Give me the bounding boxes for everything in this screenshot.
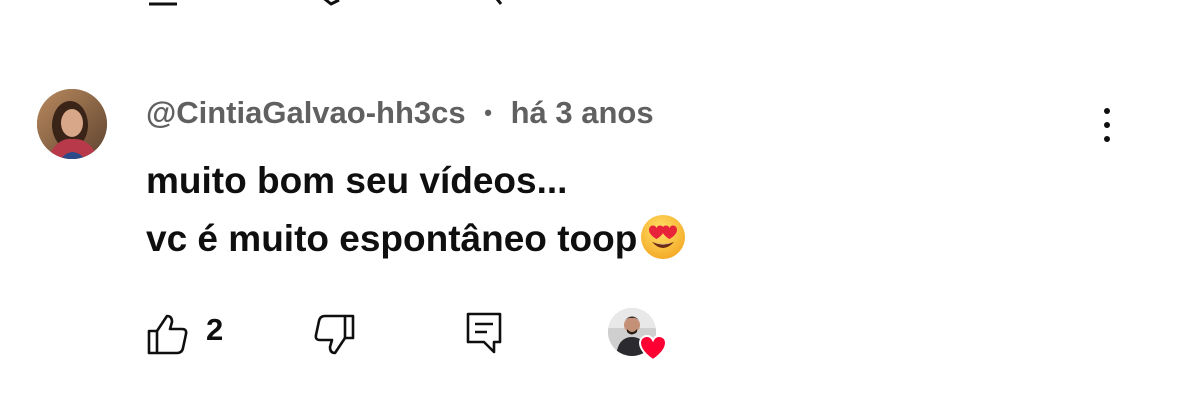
- more-options-button[interactable]: [1090, 104, 1124, 146]
- dislike-button[interactable]: [312, 308, 360, 355]
- comment-page: @CintiaGalvao-hh3cs • há 3 anos muito bo…: [0, 0, 1180, 411]
- heart-eyes-emoji-icon: [641, 215, 686, 259]
- thumbs-down-icon: [314, 314, 355, 355]
- reply-comment-icon[interactable]: [487, 0, 507, 6]
- comment-line-1: muito bom seu vídeos...: [146, 160, 568, 201]
- thumbs-down-icon[interactable]: [317, 0, 351, 6]
- like-button[interactable]: 2: [146, 308, 236, 355]
- comment-author[interactable]: @CintiaGalvao-hh3cs: [146, 95, 466, 130]
- comment-time[interactable]: há 3 anos: [511, 95, 654, 130]
- comment-header: @CintiaGalvao-hh3cs • há 3 anos: [146, 93, 654, 133]
- reply-button[interactable]: [464, 308, 508, 354]
- thumbs-up-icon: [147, 314, 188, 355]
- previous-comment-actions: [147, 0, 547, 6]
- comment-line-2: vc é muito espontâneo toop: [146, 210, 687, 268]
- creator-heart: [608, 308, 672, 364]
- avatar[interactable]: [37, 89, 107, 159]
- thumbs-up-icon[interactable]: [147, 0, 181, 6]
- like-count: 2: [206, 312, 224, 347]
- separator-dot: •: [484, 100, 492, 125]
- comment-text: muito bom seu vídeos... vc é muito espon…: [146, 152, 687, 268]
- reply-comment-icon: [466, 312, 502, 354]
- comment-line-2-text: vc é muito espontâneo toop: [146, 218, 638, 259]
- heart-icon: [638, 334, 668, 362]
